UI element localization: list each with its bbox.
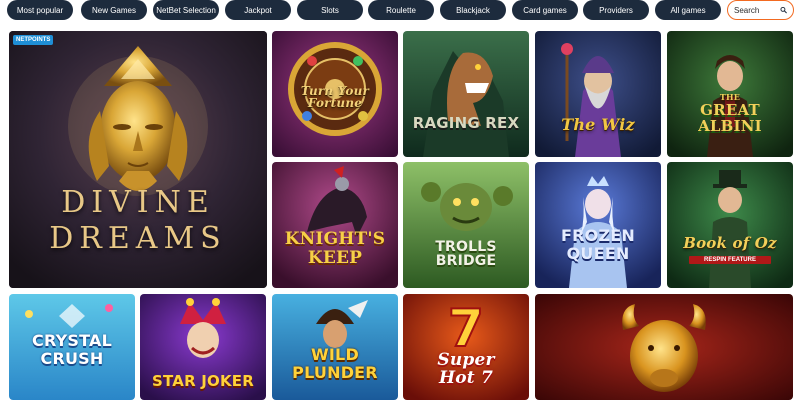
filter-card-games[interactable]: Card games [512,0,578,20]
frozen-queen-title: FROZEN QUEEN [561,226,635,263]
game-tile-the-wiz[interactable]: The Wiz [535,31,661,157]
filter-blackjack[interactable]: Blackjack [440,0,506,20]
game-tile-star-joker[interactable]: STAR JOKER [140,294,266,400]
filter-jackpot[interactable]: Jackpot [225,0,291,20]
great-albini-small-title: THE [719,92,741,102]
frozen-queen-artwork [535,162,661,288]
search-input[interactable] [734,5,778,15]
game-tile-wild-plunder[interactable]: WILD PLUNDER [272,294,398,400]
knights-keep-artwork [272,162,398,288]
game-tile-knights-keep[interactable]: KNIGHT'S KEEP [272,162,398,288]
game-tile-book-of-oz[interactable]: Book of Oz RESPIN FEATURE [667,162,793,288]
divine-dreams-title-line2: DREAMS [49,221,227,256]
filter-roulette[interactable]: Roulette [368,0,434,20]
the-wiz-title: The Wiz [561,115,635,134]
netpoints-badge: NETPOINTS [13,35,54,45]
game-tile-trolls-bridge[interactable]: TROLLS BRIDGE [403,162,529,288]
divine-dreams-title-line1: DIVINE [61,185,215,220]
wild-plunder-title: WILD PLUNDER [292,345,378,382]
trolls-bridge-title: TROLLS BRIDGE [435,239,497,269]
game-tile-crystal-crush[interactable]: CRYSTAL CRUSH [9,294,135,400]
raging-rex-artwork [403,31,529,157]
filter-new-games[interactable]: New Games [81,0,147,20]
category-filter-bar: Most popular New Games NetBet Selection … [0,0,800,24]
raging-rex-title: RAGING REX [412,114,520,132]
trolls-bridge-artwork [403,162,529,288]
great-albini-title: GREAT ALBINI [698,101,762,135]
the-wiz-artwork [535,31,661,157]
filter-providers[interactable]: Providers [583,0,649,20]
book-of-oz-artwork [667,162,793,288]
filter-slots[interactable]: Slots [297,0,363,20]
game-tile-raging-rex[interactable]: RAGING REX [403,31,529,157]
game-tile-frozen-queen[interactable]: FROZEN QUEEN [535,162,661,288]
filter-netbet-selection[interactable]: NetBet Selection [153,0,219,20]
filter-all-games[interactable]: All games [655,0,721,20]
search-icon[interactable] [780,4,787,16]
search-box[interactable] [727,0,794,20]
star-joker-title: STAR JOKER [151,372,254,390]
game-tile-great-albini[interactable]: THE GREAT ALBINI [667,31,793,157]
game-tile-turn-your-fortune[interactable]: Turn Your Fortune [272,31,398,157]
respin-feature-label: RESPIN FEATURE [689,256,771,264]
game-tile-super-hot-7[interactable]: 7 Super Hot 7 [403,294,529,400]
golden-bull-artwork [535,294,793,400]
super-hot-7-title: Super Hot 7 [437,350,495,388]
crystal-crush-title: CRYSTAL CRUSH [32,331,112,368]
knights-keep-title: KNIGHT'S KEEP [284,229,386,268]
turn-your-fortune-title: Turn Your Fortune [300,84,370,110]
game-tile-golden-bull[interactable] [535,294,793,400]
filter-most-popular[interactable]: Most popular [7,0,73,20]
game-tile-divine-dreams[interactable]: NETPOINTS DIVINE DREAMS [9,31,267,288]
book-of-oz-title: Book of Oz [683,234,777,252]
